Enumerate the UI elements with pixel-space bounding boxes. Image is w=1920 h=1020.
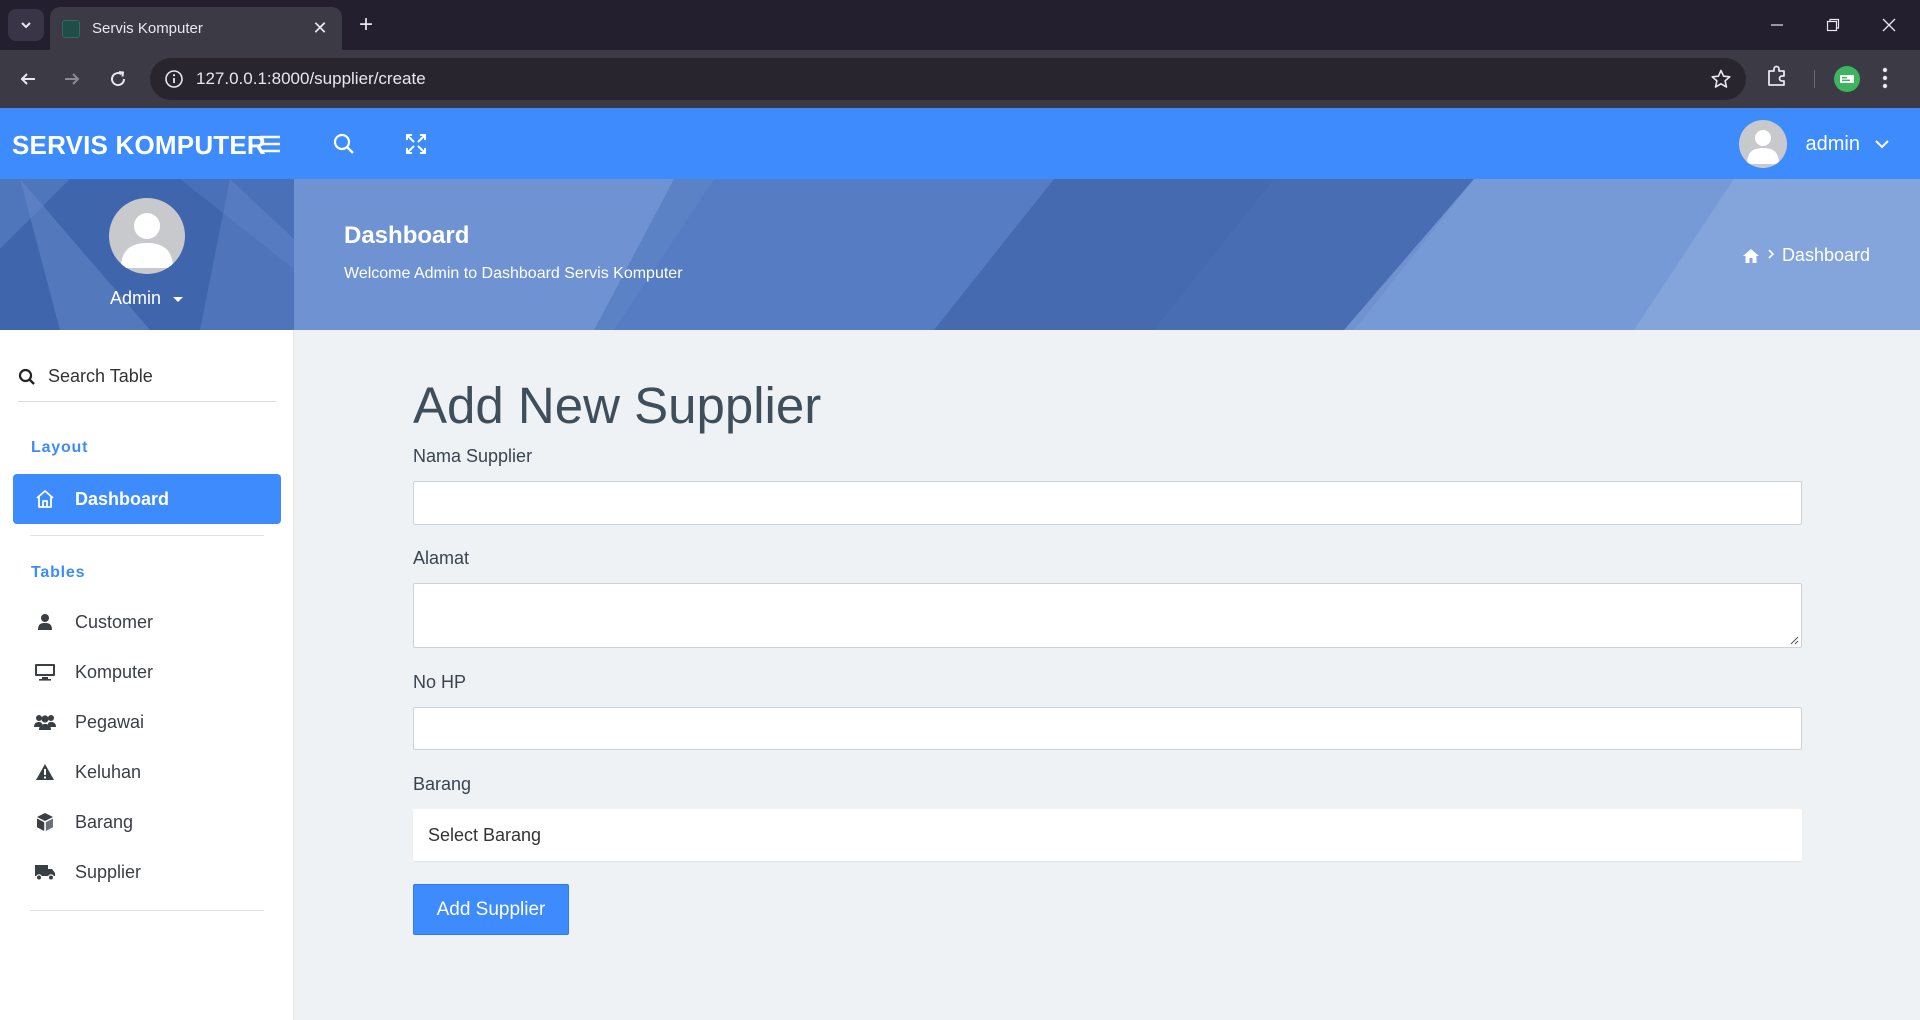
browser-tabstrip: Servis Komputer ✕ + xyxy=(0,0,1920,50)
page-banner: Dashboard Welcome Admin to Dashboard Ser… xyxy=(294,179,1920,330)
barang-label: Barang xyxy=(413,774,472,794)
section-label-tables: Tables xyxy=(31,564,86,581)
breadcrumb: Dashboard xyxy=(1742,245,1870,266)
app-header: SERVIS KOMPUTER admin xyxy=(0,108,1920,179)
sidebar-profile: Admin xyxy=(0,179,294,330)
reload-icon xyxy=(111,71,126,87)
url-text: 127.0.0.1:8000/supplier/create xyxy=(196,69,426,88)
nama-supplier-label: Nama Supplier xyxy=(413,446,533,466)
browser-menu-icon[interactable] xyxy=(1880,63,1890,93)
sidebar-item-label: Pegawai xyxy=(75,711,145,732)
home-icon xyxy=(30,489,60,509)
user-avatar-icon xyxy=(1746,130,1779,164)
restore-icon xyxy=(1826,18,1840,32)
resize-grip-icon[interactable] xyxy=(1789,635,1799,645)
page-title: Dashboard xyxy=(344,222,470,249)
hamburger-icon xyxy=(260,135,280,153)
forward-button[interactable] xyxy=(56,63,88,95)
profile-avatar xyxy=(109,198,185,274)
warning-icon xyxy=(30,763,60,781)
header-search-button[interactable] xyxy=(330,130,358,158)
minimize-icon xyxy=(1771,24,1783,26)
restore-button[interactable] xyxy=(1810,10,1856,40)
sidebar-item-label: Dashboard xyxy=(75,488,170,509)
chevron-down-icon xyxy=(1875,140,1889,149)
truck-icon xyxy=(30,863,60,881)
no-hp-label: No HP xyxy=(413,672,467,692)
user-icon xyxy=(30,613,60,631)
alamat-textarea[interactable] xyxy=(413,583,1802,648)
sidebar-item-dashboard[interactable]: Dashboard xyxy=(13,474,281,524)
sidebar-divider xyxy=(30,910,264,911)
section-label-layout: Layout xyxy=(31,439,89,456)
sidebar-item-komputer[interactable]: Komputer xyxy=(13,650,281,694)
sidebar-item-keluhan[interactable]: Keluhan xyxy=(13,750,281,794)
address-bar[interactable]: 127.0.0.1:8000/supplier/create xyxy=(150,58,1746,100)
barang-select-value: Select Barang xyxy=(428,824,542,845)
browser-tab[interactable]: Servis Komputer ✕ xyxy=(50,7,342,50)
bookmark-star-icon[interactable] xyxy=(1710,68,1732,90)
tab-search-button[interactable] xyxy=(8,9,44,41)
info-icon[interactable] xyxy=(164,69,184,89)
user-menu[interactable]: admin xyxy=(1738,120,1890,168)
barang-select[interactable]: Select Barang xyxy=(413,809,1802,861)
brand-logo-text[interactable]: SERVIS KOMPUTER xyxy=(12,130,266,161)
sidebar-item-label: Keluhan xyxy=(75,761,142,782)
alamat-label: Alamat xyxy=(413,548,470,568)
nama-supplier-input[interactable] xyxy=(413,481,1802,525)
user-name: admin xyxy=(1805,132,1860,155)
favicon-icon xyxy=(62,19,80,38)
toolbar-separator xyxy=(1814,70,1815,88)
menu-toggle-button[interactable] xyxy=(256,130,284,158)
users-icon xyxy=(30,713,60,731)
sidebar-search-label: Search Table xyxy=(48,366,153,386)
sidebar-item-label: Customer xyxy=(75,611,154,632)
sidebar-item-label: Supplier xyxy=(75,861,142,882)
sidebar-item-barang[interactable]: Barang xyxy=(13,800,281,844)
fullscreen-icon xyxy=(406,134,426,154)
sidebar-divider xyxy=(30,535,264,536)
sidebar-item-supplier[interactable]: Supplier xyxy=(13,850,281,894)
page-subtitle: Welcome Admin to Dashboard Servis Komput… xyxy=(344,265,683,282)
banner-pattern xyxy=(294,179,1920,330)
form-title: Add New Supplier xyxy=(413,377,822,434)
arrow-right-icon xyxy=(65,73,80,85)
breadcrumb-current[interactable]: Dashboard xyxy=(1782,245,1870,266)
fullscreen-button[interactable] xyxy=(402,130,430,158)
add-supplier-button[interactable]: Add Supplier xyxy=(413,884,569,935)
minimize-button[interactable] xyxy=(1754,10,1800,40)
home-icon[interactable] xyxy=(1742,248,1760,264)
sidebar-item-customer[interactable]: Customer xyxy=(13,600,281,644)
new-tab-button[interactable]: + xyxy=(352,11,380,39)
arrow-left-icon xyxy=(20,73,35,85)
back-button[interactable] xyxy=(12,63,44,95)
caret-down-icon xyxy=(173,297,184,302)
close-icon xyxy=(1882,18,1896,32)
user-avatar-icon xyxy=(121,213,173,268)
extensions-icon[interactable] xyxy=(1764,63,1790,89)
sidebar-item-label: Barang xyxy=(75,811,134,832)
desktop-icon xyxy=(30,663,60,681)
tab-title: Servis Komputer xyxy=(92,20,203,37)
sidebar: Search Table Layout Dashboard Tables Cus… xyxy=(0,330,294,1020)
no-hp-input[interactable] xyxy=(413,707,1802,750)
search-icon xyxy=(333,133,354,154)
profile-menu[interactable]: Admin xyxy=(0,288,294,309)
avatar xyxy=(1738,120,1787,168)
chevron-right-icon xyxy=(1768,248,1775,259)
box-icon xyxy=(30,812,60,832)
sidebar-item-label: Komputer xyxy=(75,661,154,682)
sidebar-search[interactable]: Search Table xyxy=(18,364,276,402)
reload-button[interactable] xyxy=(102,63,134,95)
profile-name: Admin xyxy=(109,288,161,308)
sidebar-item-pegawai[interactable]: Pegawai xyxy=(13,700,281,744)
search-icon xyxy=(18,368,35,385)
profile-avatar-icon[interactable] xyxy=(1834,66,1860,92)
browser-toolbar: 127.0.0.1:8000/supplier/create xyxy=(0,50,1920,108)
tab-close-icon[interactable]: ✕ xyxy=(310,18,330,39)
chevron-down-icon xyxy=(21,22,31,29)
close-window-button[interactable] xyxy=(1866,10,1912,40)
